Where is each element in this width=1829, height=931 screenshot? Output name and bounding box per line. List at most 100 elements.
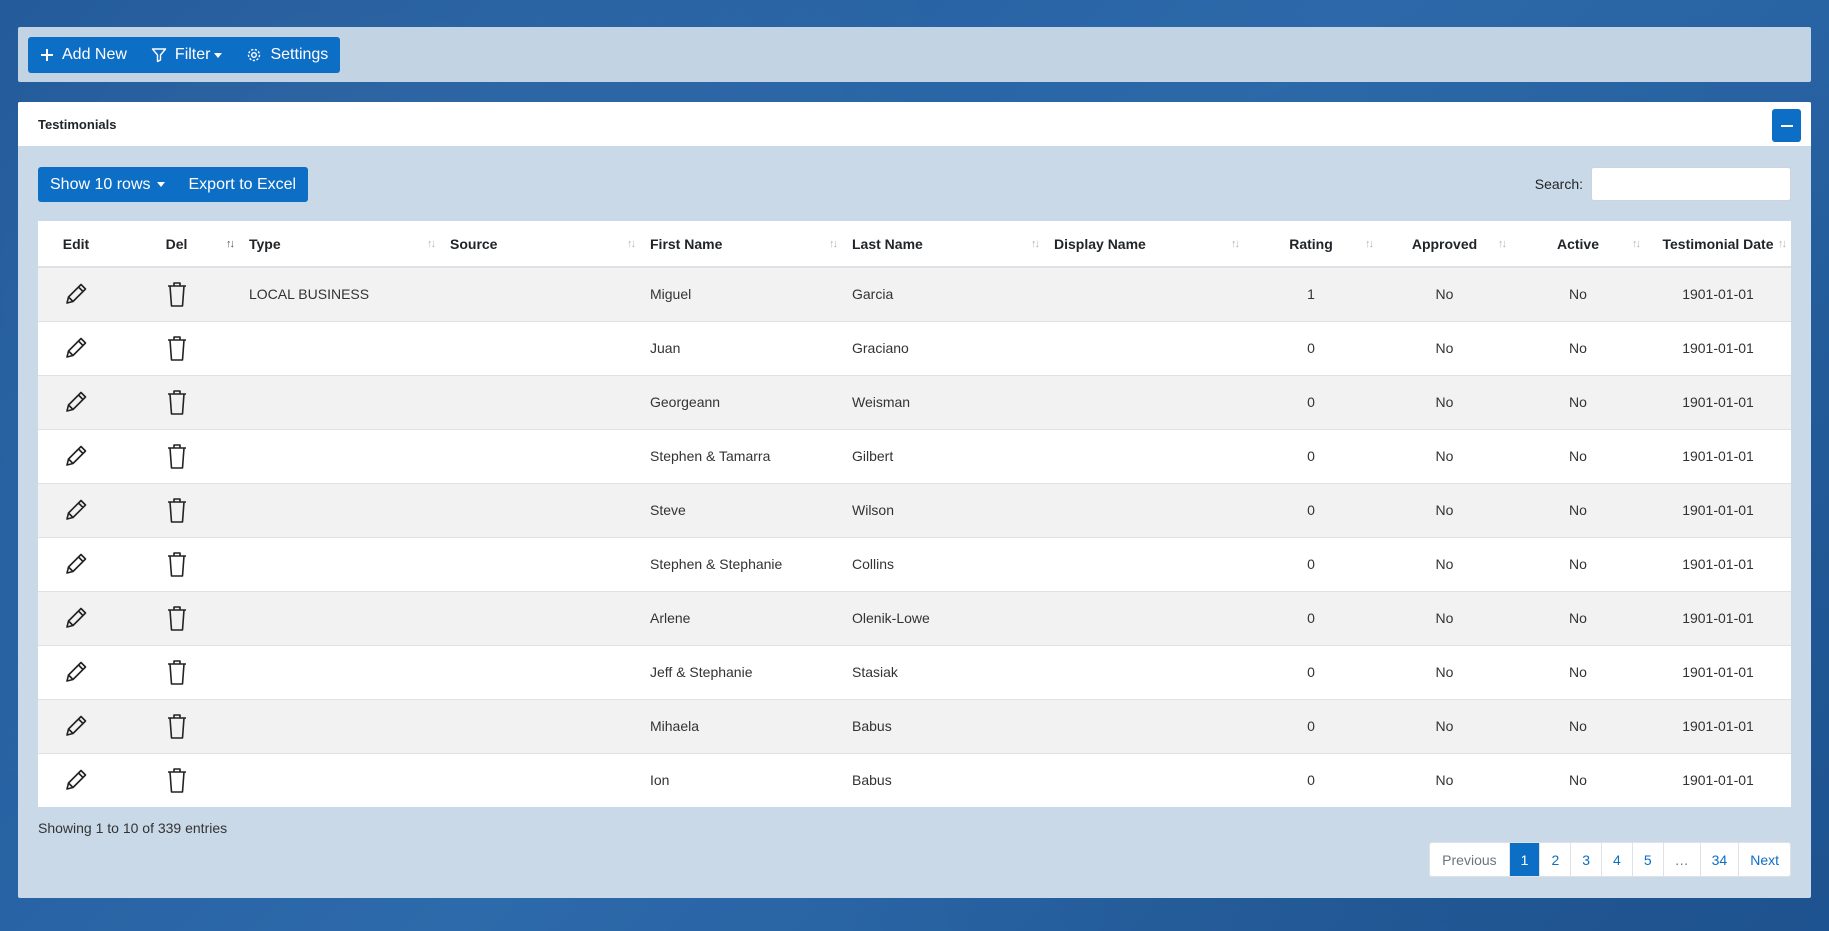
column-header-first-name[interactable]: First Name ↑↓ bbox=[640, 221, 842, 268]
cell-type bbox=[239, 590, 440, 645]
delete-trash-icon[interactable] bbox=[124, 549, 229, 579]
column-header-active[interactable]: Active ↑↓ bbox=[1511, 221, 1645, 268]
cell-display-name bbox=[1044, 482, 1244, 537]
delete-trash-icon[interactable] bbox=[124, 765, 229, 795]
sort-icon: ↑↓ bbox=[1498, 237, 1507, 250]
pagination-page[interactable]: 1 bbox=[1508, 843, 1540, 876]
pagination-page[interactable]: 5 bbox=[1631, 843, 1663, 876]
pagination-page[interactable]: 2 bbox=[1539, 843, 1570, 876]
cell-last-name: Collins bbox=[842, 536, 1044, 591]
edit-pencil-icon[interactable] bbox=[48, 658, 104, 686]
edit-pencil-icon[interactable] bbox=[48, 496, 104, 524]
delete-trash-icon[interactable] bbox=[124, 333, 229, 363]
sort-icon: ↑↓ bbox=[226, 237, 235, 250]
cell-active: No bbox=[1511, 266, 1645, 321]
cell-last-name: Gilbert bbox=[842, 428, 1044, 483]
cell-source bbox=[440, 266, 640, 321]
pagination: Previous 1 2 3 4 5… 34 Next bbox=[1429, 842, 1791, 877]
column-header-last-name[interactable]: Last Name ↑↓ bbox=[842, 221, 1044, 268]
column-header-del[interactable]: Del ↑↓ bbox=[114, 221, 239, 268]
cell-active: No bbox=[1511, 698, 1645, 753]
testimonials-panel: Testimonials Show 10 rows Export to Exce… bbox=[18, 102, 1811, 898]
cell-approved: No bbox=[1378, 320, 1511, 375]
cell-first-name: Miguel bbox=[640, 266, 842, 321]
export-excel-button[interactable]: Export to Excel bbox=[177, 167, 309, 202]
table-row: Arlene Olenik-Lowe 0 No No 1901-01-01 bbox=[38, 590, 1791, 645]
toolbar-button-group: Add New Filter Settings bbox=[28, 37, 341, 73]
search-input[interactable] bbox=[1591, 167, 1791, 201]
column-header-rating[interactable]: Rating ↑↓ bbox=[1244, 221, 1378, 268]
cell-first-name: Jeff & Stephanie bbox=[640, 644, 842, 699]
search-box: Search: bbox=[1535, 167, 1791, 201]
cell-display-name bbox=[1044, 644, 1244, 699]
delete-cell bbox=[114, 482, 239, 537]
cell-source bbox=[440, 320, 640, 375]
pagination-page[interactable]: 4 bbox=[1601, 843, 1632, 876]
cell-last-name: Babus bbox=[842, 752, 1044, 807]
cell-last-name: Olenik-Lowe bbox=[842, 590, 1044, 645]
cell-type bbox=[239, 752, 440, 807]
cell-first-name: Mihaela bbox=[640, 698, 842, 753]
cell-type bbox=[239, 644, 440, 699]
sort-icon: ↑↓ bbox=[1632, 237, 1641, 250]
edit-cell bbox=[38, 698, 114, 753]
edit-pencil-icon[interactable] bbox=[48, 280, 104, 308]
settings-button[interactable]: Settings bbox=[234, 37, 340, 73]
cell-active: No bbox=[1511, 320, 1645, 375]
show-rows-dropdown[interactable]: Show 10 rows bbox=[38, 167, 177, 202]
table-body: LOCAL BUSINESS Miguel Garcia 1 No No 1901-01-0… bbox=[38, 266, 1791, 807]
cell-rating: 0 bbox=[1244, 536, 1378, 591]
edit-cell bbox=[38, 536, 114, 591]
delete-cell bbox=[114, 752, 239, 807]
sort-icon: ↑↓ bbox=[829, 237, 838, 250]
delete-trash-icon[interactable] bbox=[124, 711, 229, 741]
delete-trash-icon[interactable] bbox=[124, 495, 229, 525]
column-header-testimonial-date[interactable]: Testimonial Date ↑↓ bbox=[1645, 221, 1791, 268]
cell-testimonial-date: 1901-01-01 bbox=[1645, 320, 1791, 375]
table-row: Ion Babus 0 No No 1901-01-01 bbox=[38, 752, 1791, 807]
sort-icon: ↑↓ bbox=[627, 237, 636, 250]
plus-icon bbox=[41, 49, 53, 61]
delete-trash-icon[interactable] bbox=[124, 387, 229, 417]
column-header-source[interactable]: Source ↑↓ bbox=[440, 221, 640, 268]
edit-pencil-icon[interactable] bbox=[48, 712, 104, 740]
pagination-next[interactable]: Next bbox=[1738, 843, 1790, 876]
settings-label: Settings bbox=[270, 46, 329, 63]
collapse-button[interactable] bbox=[1772, 109, 1801, 142]
filter-dropdown-button[interactable]: Filter bbox=[139, 37, 235, 73]
cell-last-name: Weisman bbox=[842, 374, 1044, 429]
add-new-button[interactable]: Add New bbox=[28, 37, 139, 73]
edit-pencil-icon[interactable] bbox=[48, 550, 104, 578]
pagination-page[interactable]: 3 bbox=[1570, 843, 1601, 876]
pagination-previous[interactable]: Previous bbox=[1430, 843, 1508, 876]
cell-testimonial-date: 1901-01-01 bbox=[1645, 536, 1791, 591]
column-header-approved[interactable]: Approved ↑↓ bbox=[1378, 221, 1511, 268]
edit-pencil-icon[interactable] bbox=[48, 388, 104, 416]
column-header-type[interactable]: Type ↑↓ bbox=[239, 221, 440, 268]
filter-label: Filter bbox=[174, 46, 211, 63]
edit-pencil-icon[interactable] bbox=[48, 442, 104, 470]
cell-display-name bbox=[1044, 698, 1244, 753]
pagination-page[interactable]: 34 bbox=[1699, 843, 1739, 876]
delete-trash-icon[interactable] bbox=[124, 603, 229, 633]
table-row: Steve Wilson 0 No No 1901-01-01 bbox=[38, 482, 1791, 537]
table-row: Jeff & Stephanie Stasiak 0 No No 1901-01-01 bbox=[38, 644, 1791, 699]
table-row: Mihaela Babus 0 No No 1901-01-01 bbox=[38, 698, 1791, 753]
cell-approved: No bbox=[1378, 482, 1511, 537]
delete-trash-icon[interactable] bbox=[124, 279, 229, 309]
cell-testimonial-date: 1901-01-01 bbox=[1645, 266, 1791, 321]
delete-trash-icon[interactable] bbox=[124, 441, 229, 471]
delete-trash-icon[interactable] bbox=[124, 657, 229, 687]
pagination-ellipsis: … bbox=[1662, 843, 1700, 876]
edit-pencil-icon[interactable] bbox=[48, 604, 104, 632]
delete-cell bbox=[114, 374, 239, 429]
cell-source bbox=[440, 482, 640, 537]
column-header-display-name[interactable]: Display Name ↑↓ bbox=[1044, 221, 1244, 268]
edit-pencil-icon[interactable] bbox=[48, 334, 104, 362]
edit-pencil-icon[interactable] bbox=[48, 766, 104, 794]
cell-last-name: Garcia bbox=[842, 266, 1044, 321]
sort-icon: ↑↓ bbox=[1365, 237, 1374, 250]
cell-rating: 0 bbox=[1244, 320, 1378, 375]
table-info: Showing 1 to 10 of 339 entries bbox=[38, 820, 228, 836]
cell-active: No bbox=[1511, 374, 1645, 429]
